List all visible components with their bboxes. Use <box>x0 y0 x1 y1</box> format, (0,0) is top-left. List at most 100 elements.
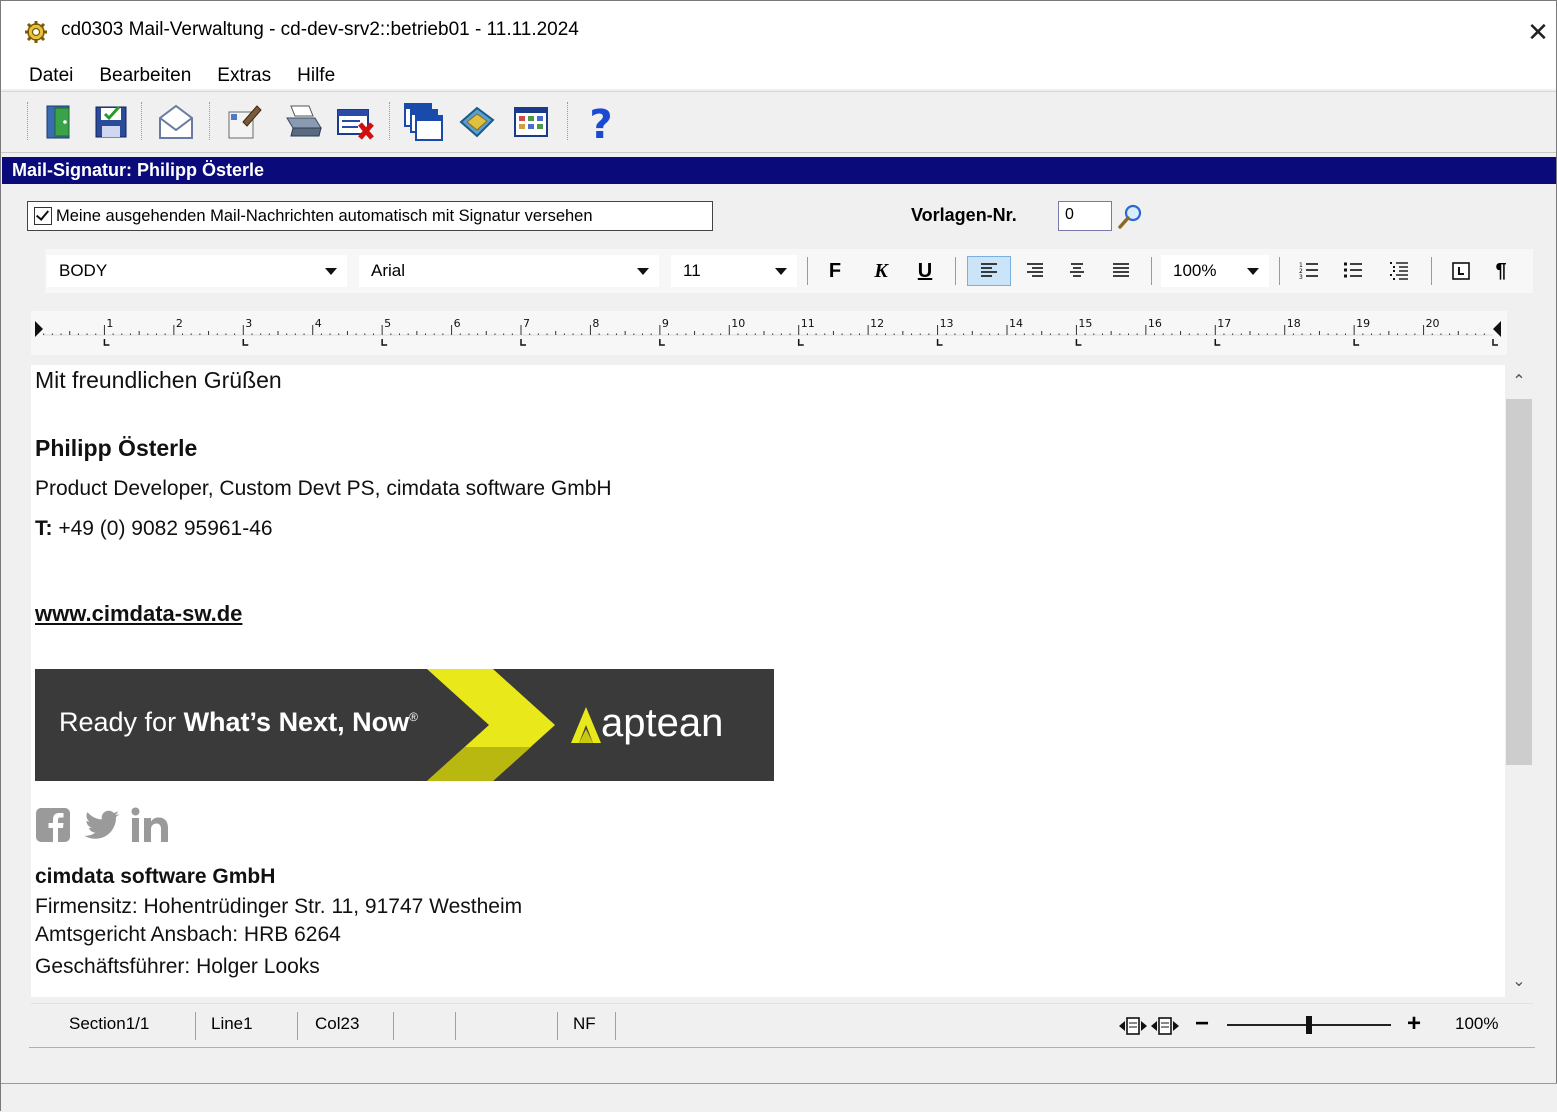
ruler-tab-stop <box>381 339 388 346</box>
save-button[interactable] <box>91 102 131 142</box>
menu-bearbeiten[interactable]: Bearbeiten <box>86 65 204 87</box>
ruler-label: 12 <box>870 317 884 330</box>
ruler-scale: 1 2 3 4 5 6 7 8 9 10 11 12 13 14 15 16 17 18 19 20 <box>35 317 1501 346</box>
auto-signature-label: Meine ausgehenden Mail-Nachrichten autom… <box>56 206 593 225</box>
book-button[interactable] <box>457 102 497 142</box>
twitter-icon[interactable] <box>83 806 121 844</box>
vertical-scrollbar[interactable]: ⌃ ⌄ <box>1505 365 1533 997</box>
status-column: Col23 <box>315 1014 360 1033</box>
scroll-down-icon[interactable]: ⌄ <box>1505 967 1533 995</box>
bold-button[interactable]: F <box>819 256 851 286</box>
ruler-label: 9 <box>662 317 669 330</box>
edit-icon <box>228 105 262 139</box>
ruler-tab-stop <box>1492 339 1498 346</box>
menu-datei[interactable]: Datei <box>1 65 86 87</box>
auto-signature-checkbox[interactable]: Meine ausgehenden Mail-Nachrichten autom… <box>27 201 713 231</box>
status-mode: NF <box>573 1014 596 1033</box>
ruler-label: 8 <box>592 317 599 330</box>
company-register: Amtsgericht Ansbach: HRB 6264 <box>35 923 341 946</box>
chevron-down-icon <box>1247 267 1259 275</box>
align-center-icon <box>1070 263 1084 277</box>
signature-editor[interactable]: Mit freundlichen Grüßen Philipp Österle … <box>31 365 1507 997</box>
font-size-value: 11 <box>683 261 701 280</box>
ruler-label: 14 <box>1009 317 1023 330</box>
menu-hilfe[interactable]: Hilfe <box>284 65 348 87</box>
ruler-label: 1 <box>106 317 113 330</box>
view-layout-icon[interactable] <box>1119 1014 1189 1038</box>
book-icon <box>459 106 495 138</box>
banner-tagline: Ready for What’s Next, Now® <box>59 707 418 738</box>
template-number-input[interactable]: 0 <box>1058 201 1112 231</box>
tab-stop-icon <box>1452 262 1470 280</box>
font-select[interactable]: Arial <box>359 255 659 287</box>
linkedin-icon[interactable] <box>131 806 171 844</box>
status-separator <box>557 1012 558 1040</box>
paragraph-mark-button[interactable]: ¶ <box>1485 256 1517 286</box>
ruler-tab-stop <box>1075 339 1082 346</box>
align-center-button[interactable] <box>1061 256 1093 286</box>
aptean-logo-icon <box>571 707 601 743</box>
banner-brand: aptean <box>601 701 724 745</box>
print-button[interactable] <box>283 102 323 142</box>
status-separator <box>297 1012 298 1040</box>
status-separator <box>393 1012 394 1040</box>
ruler-left-indent-marker <box>35 321 43 337</box>
toolbar-separator <box>567 102 571 140</box>
chevron-down-icon <box>637 267 649 275</box>
ruler[interactable]: 1 2 3 4 5 6 7 8 9 10 11 12 13 14 15 16 17 18 19 20 <box>31 311 1507 355</box>
edit-button[interactable] <box>223 102 263 142</box>
chevron-down-icon <box>775 267 787 275</box>
ruler-tab-stop <box>520 339 526 346</box>
align-justify-button[interactable] <box>1105 256 1137 286</box>
zoom-in-button[interactable]: + <box>1407 1010 1421 1038</box>
bullet-list-button[interactable] <box>1337 256 1369 286</box>
ruler-label: 17 <box>1217 317 1231 330</box>
delete-button[interactable] <box>336 102 376 142</box>
close-button[interactable]: ✕ <box>1520 13 1556 51</box>
align-right-icon <box>1027 263 1043 277</box>
status-section: Section1/1 <box>69 1014 150 1033</box>
help-button[interactable]: ? <box>581 102 621 148</box>
menu-extras[interactable]: Extras <box>204 65 284 87</box>
toolbar: ? <box>1 91 1556 153</box>
zoom-out-button[interactable]: − <box>1195 1010 1209 1038</box>
grid-button[interactable] <box>511 102 551 142</box>
zoom-select[interactable]: 100% <box>1161 255 1269 287</box>
windows-button[interactable] <box>403 102 443 142</box>
svg-text:3: 3 <box>1299 274 1303 281</box>
company-name: cimdata software GmbH <box>35 865 276 888</box>
underline-button[interactable]: U <box>909 256 941 286</box>
numbered-list-button[interactable]: 123 <box>1293 256 1325 286</box>
font-size-select[interactable]: 11 <box>671 255 797 287</box>
gear-app-icon <box>25 21 47 43</box>
mail-button[interactable] <box>156 102 196 142</box>
align-right-button[interactable] <box>1019 256 1051 286</box>
exit-button[interactable] <box>41 102 81 142</box>
format-separator <box>807 257 808 285</box>
template-number-label: Vorlagen-Nr. <box>911 205 1017 225</box>
ruler-label: 4 <box>315 317 322 330</box>
menu-bar: Datei Bearbeiten Extras Hilfe <box>1 63 1556 89</box>
windows-icon <box>404 103 443 141</box>
phone-label: T: <box>35 517 53 540</box>
style-select[interactable]: BODY <box>47 255 347 287</box>
scroll-up-icon[interactable]: ⌃ <box>1505 367 1533 395</box>
help-icon: ? <box>589 102 612 148</box>
tab-stop-button[interactable] <box>1445 256 1477 286</box>
multilevel-list-button[interactable] <box>1383 256 1415 286</box>
bottom-panel <box>1 1084 1557 1112</box>
zoom-slider-thumb[interactable] <box>1306 1016 1312 1034</box>
italic-button[interactable]: K <box>865 256 897 286</box>
status-separator <box>615 1012 616 1040</box>
facebook-icon[interactable] <box>35 806 73 844</box>
window-title: cd0303 Mail-Verwaltung - cd-dev-srv2::be… <box>61 19 579 40</box>
status-bar: Section1/1 Line1 Col23 NF − + 100% <box>31 1003 1533 1046</box>
bullet-list-icon <box>1344 262 1362 278</box>
align-left-button[interactable] <box>967 256 1011 286</box>
ruler-tab-stop <box>103 339 110 346</box>
website-link[interactable]: www.cimdata-sw.de <box>35 601 242 627</box>
status-separator <box>455 1012 456 1040</box>
scroll-thumb[interactable] <box>1506 399 1532 765</box>
company-address: Firmensitz: Hohentrüdinger Str. 11, 9174… <box>35 895 523 918</box>
search-icon[interactable] <box>1116 202 1144 230</box>
